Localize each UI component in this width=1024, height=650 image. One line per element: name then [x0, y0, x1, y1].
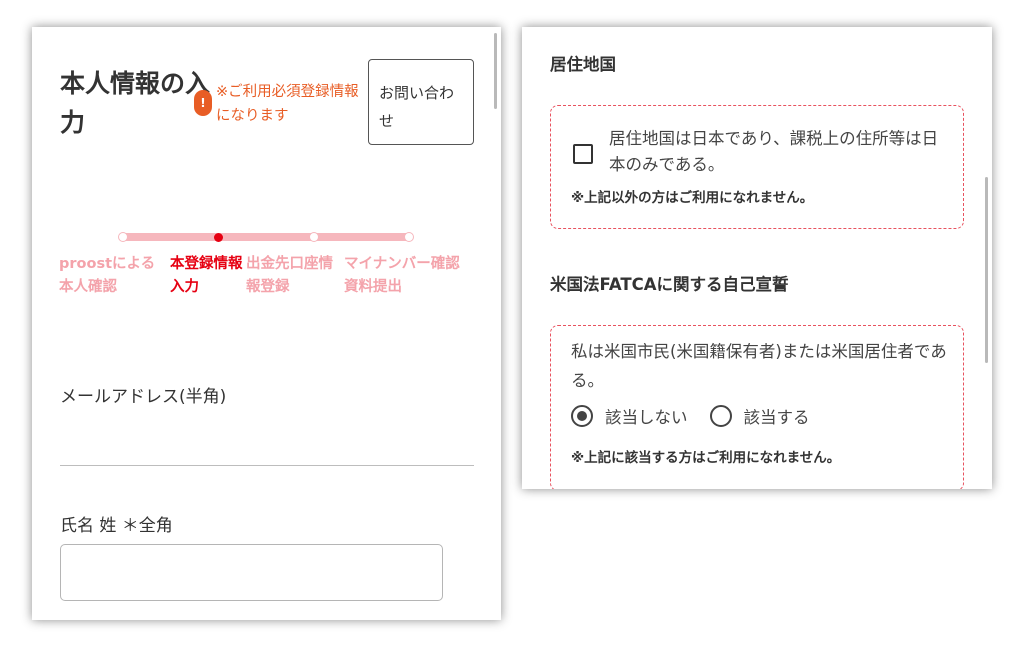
step-1-dot [118, 232, 128, 242]
required-note: ! ※ご利用必須登録情報になります [194, 81, 362, 129]
residence-box: 居住地国は日本であり、課税上の住所等は日本のみである。 ※上記以外の方はご利用に… [550, 105, 964, 229]
email-label: メールアドレス(半角) [60, 387, 227, 407]
required-note-text: ※ご利用必須登録情報になります [216, 84, 359, 124]
email-field[interactable] [60, 465, 474, 466]
radio-applicable[interactable] [709, 405, 732, 427]
contact-button[interactable]: お問い合わせ [368, 59, 474, 145]
fatca-box: 私は米国市民(米国籍保有者)または米国居住者である。 該当しない 該当する ※上… [550, 325, 964, 489]
step-1-label: proostによる本人確認 [59, 256, 156, 296]
fatca-note: ※上記に該当する方はご利用になれません。 [571, 450, 841, 466]
step-3-label: 出金先口座情報登録 [246, 256, 333, 296]
residence-statement[interactable]: 居住地国は日本であり、課税上の住所等は日本のみである。 [609, 126, 939, 179]
residence-note: ※上記以外の方はご利用になれません。 [571, 190, 814, 206]
radio-not-applicable-label[interactable]: 該当しない [605, 404, 688, 428]
stepper-track [122, 233, 412, 241]
step-3-dot [309, 232, 319, 242]
registration-stepper: proostによる本人確認 本登録情報入力 出金先口座情報登録 マイナンバー確認… [32, 227, 501, 317]
last-name-label: 氏名 姓 ＊全角 [60, 516, 173, 536]
scrollbar[interactable] [985, 177, 988, 363]
fatca-radio-group: 該当しない 該当する [571, 404, 832, 428]
step-2-label: 本登録情報入力 [170, 256, 243, 296]
scrollbar[interactable] [494, 33, 497, 109]
last-name-input[interactable] [60, 544, 443, 601]
residence-checkbox[interactable] [573, 144, 593, 164]
exclamation-icon: ! [194, 90, 212, 116]
radio-not-applicable[interactable] [571, 405, 593, 427]
declaration-screen: 居住地国 居住地国は日本であり、課税上の住所等は日本のみである。 ※上記以外の方… [522, 27, 992, 489]
fatca-statement: 私は米国市民(米国籍保有者)または米国居住者である。 [571, 342, 947, 390]
page-title: 本人情報の入力 [60, 69, 211, 137]
registration-screen: 本人情報の入力 ! ※ご利用必須登録情報になります お問い合わせ proostに… [32, 27, 501, 620]
residence-section-title: 居住地国 [550, 55, 616, 74]
step-2-dot [214, 232, 223, 242]
step-4-dot [404, 232, 414, 242]
step-4-label: マイナンバー確認資料提出 [344, 256, 460, 296]
radio-applicable-label[interactable]: 該当する [744, 404, 810, 428]
fatca-section-title: 米国法FATCAに関する自己宣誓 [550, 275, 789, 294]
